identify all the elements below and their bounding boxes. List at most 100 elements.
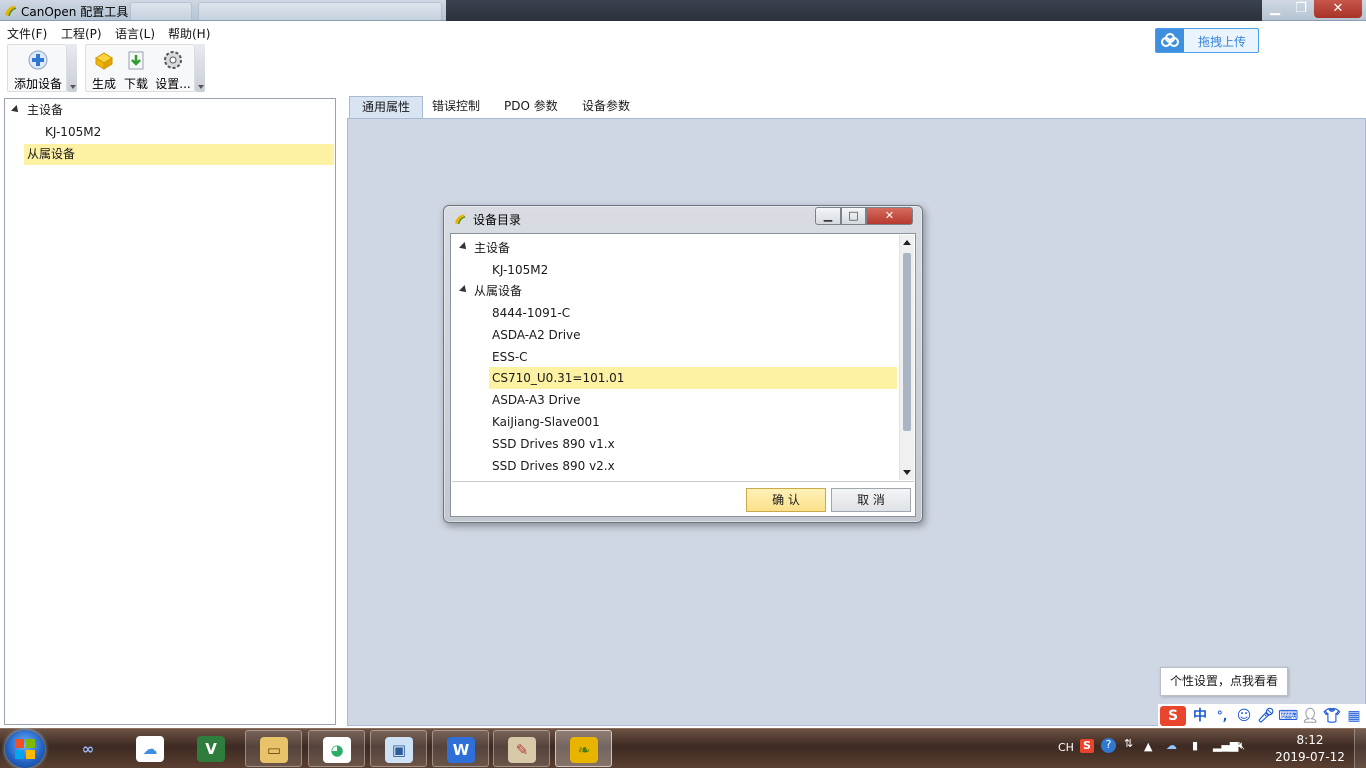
cloud-icon: ☁ (136, 736, 164, 762)
toolbar-group-device: 添加设备 (7, 44, 67, 92)
network-arrows-icon[interactable]: ⇅ (1124, 737, 1133, 750)
battery-icon[interactable]: ▮ (1192, 739, 1198, 752)
catalog-node-label: 从属设备 (474, 284, 523, 298)
drag-upload-button[interactable]: 拖拽上传 (1155, 28, 1259, 53)
clock-date[interactable]: 2019-07-12 (1272, 750, 1348, 764)
folder-icon: ▭ (260, 737, 288, 763)
tab-device-params[interactable]: 设备参数 (570, 96, 642, 118)
sogou-logo-icon[interactable]: S (1160, 706, 1186, 726)
download-label: 下载 (123, 77, 148, 91)
catalog-slave-device[interactable]: SSD Drives 890 v1.x (452, 433, 898, 455)
clock-time[interactable]: 8:12 (1290, 733, 1330, 747)
skin-icon[interactable]: 👕︎ (1322, 706, 1342, 726)
cancel-button[interactable]: 取 消 (831, 488, 911, 512)
tab-error-control[interactable]: 错误控制 (420, 96, 492, 118)
taskbar-app-canopen[interactable]: ❧ (555, 730, 612, 767)
catalog-slave-device[interactable]: ASDA-A2 Drive (452, 324, 898, 346)
help-icon[interactable]: ? (1101, 738, 1116, 753)
ime-punctuation-button[interactable]: °, (1212, 706, 1232, 726)
confirm-button[interactable]: 确 认 (746, 488, 826, 512)
dialog-close-button[interactable]: ✕ (866, 207, 913, 225)
catalog-node-label: KaiJiang-Slave001 (492, 415, 600, 429)
menu-project[interactable]: 工程(P) (61, 25, 102, 42)
signal-icon[interactable]: ▂▄▆ (1213, 739, 1238, 752)
gear-icon (164, 51, 182, 69)
tree-node-slave[interactable]: 从属设备 (24, 144, 334, 165)
window-title: CanOpen 配置工具 (21, 5, 129, 19)
catalog-node-slave[interactable]: 从属设备 (452, 280, 898, 302)
catalog-slave-device[interactable]: CS710_U0.31=101.01 (489, 367, 897, 390)
v5-icon: V (197, 736, 225, 762)
background-tab (130, 2, 192, 20)
taskbar-app-remote[interactable]: ▣ (370, 730, 427, 767)
ime-mode-button[interactable]: 中 (1190, 706, 1210, 726)
taskbar-app-explorer[interactable]: ▭ (245, 730, 302, 767)
add-device-label: 添加设备 (13, 77, 62, 91)
tree-node-label: 主设备 (27, 103, 64, 117)
generate-button[interactable]: 生成 (89, 45, 119, 92)
catalog-slave-device[interactable]: SSD Drives 890 v2.x (452, 455, 898, 477)
expand-arrow-icon[interactable] (11, 105, 21, 115)
toolbox-icon[interactable]: ▦ (1344, 706, 1364, 726)
restore-button[interactable]: ❐ (1288, 0, 1314, 18)
ime-tooltip: 个性设置，点我看看 (1160, 667, 1288, 696)
start-button[interactable] (5, 730, 45, 768)
tree-node-label: KJ-105M2 (45, 125, 102, 139)
cloud-tray-icon[interactable]: ☁ (1166, 739, 1177, 752)
wechat-icon: ◕ (323, 737, 351, 763)
settings-button[interactable]: 设置... (153, 45, 193, 92)
menu-language[interactable]: 语言(L) (115, 25, 155, 42)
dialog-body: 主设备 KJ-105M2 从属设备 8444-1091-C ASDA-A2 Dri… (450, 233, 916, 517)
windows-logo-icon (15, 739, 35, 759)
download-button[interactable]: 下载 (121, 45, 151, 92)
taskbar-app-baidu-netdisk[interactable]: ☁ (122, 730, 179, 767)
toolbar-overflow-grip[interactable] (195, 44, 205, 92)
catalog-node-master[interactable]: 主设备 (452, 237, 898, 259)
chevron-up-icon[interactable]: ▲ (1144, 740, 1152, 753)
catalog-slave-device[interactable]: ESS-C (452, 346, 898, 368)
volume-muted-icon[interactable]: 🔇︎ (1238, 739, 1245, 753)
catalog-slave-device[interactable]: 8444-1091-C (452, 302, 898, 324)
catalog-node-master-device[interactable]: KJ-105M2 (452, 259, 898, 281)
taskbar-app-v5[interactable]: V (183, 730, 240, 767)
sogou-tray-icon[interactable]: S (1080, 739, 1094, 753)
catalog-slave-device[interactable]: KaiJiang-Slave001 (452, 411, 898, 433)
add-device-button[interactable]: 添加设备 (10, 45, 66, 92)
tree-node-master-device[interactable]: KJ-105M2 (5, 122, 335, 143)
generate-icon (95, 52, 113, 70)
language-indicator[interactable]: CH (1058, 741, 1074, 754)
tab-general-properties[interactable]: 通用属性 (349, 96, 424, 118)
show-desktop-button[interactable] (1354, 729, 1366, 768)
scroll-up-icon[interactable] (903, 240, 911, 245)
catalog-node-label: ASDA-A3 Drive (492, 393, 581, 408)
tree-node-master[interactable]: 主设备 (5, 100, 335, 121)
close-button[interactable]: ✕ (1314, 0, 1362, 18)
expand-arrow-icon[interactable] (459, 285, 469, 295)
menu-file[interactable]: 文件(F) (7, 25, 47, 42)
device-tree-panel: 主设备 KJ-105M2 从属设备 (4, 98, 336, 725)
minimize-button[interactable]: ▁ (1262, 0, 1288, 18)
tree-node-label: 从属设备 (27, 147, 76, 161)
expand-arrow-icon[interactable] (459, 242, 469, 252)
drag-upload-label: 拖拽上传 (1198, 35, 1247, 49)
toolbar-overflow-grip[interactable] (67, 44, 77, 92)
catalog-node-label: SSD Drives 890 v1.x (492, 436, 615, 451)
catalog-node-label: SSD Drives 890 v2.x (492, 458, 615, 473)
taskbar-app-wps[interactable]: W (432, 730, 489, 767)
user-icon[interactable]: 👤︎ (1300, 706, 1320, 726)
palette-icon: ✎ (508, 737, 536, 763)
dialog-maximize-button[interactable]: □ (841, 207, 866, 225)
keyboard-icon[interactable]: ⌨ (1278, 706, 1298, 726)
vertical-scrollbar[interactable] (899, 235, 914, 480)
menu-help[interactable]: 帮助(H) (168, 25, 210, 42)
tab-pdo-params[interactable]: PDO 参数 (492, 96, 570, 118)
taskbar-app-infinity[interactable]: ∞ (60, 730, 117, 767)
catalog-slave-device[interactable]: ASDA-A3 Drive (452, 389, 898, 411)
taskbar-app-paint[interactable]: ✎ (493, 730, 550, 767)
microphone-icon[interactable]: 🎤︎ (1256, 706, 1276, 726)
scroll-down-icon[interactable] (903, 470, 911, 475)
emoji-icon[interactable]: ☺ (1234, 706, 1254, 726)
scrollbar-thumb[interactable] (903, 253, 911, 431)
taskbar-app-wechat[interactable]: ◕ (308, 730, 365, 767)
dialog-minimize-button[interactable]: ▁ (815, 207, 841, 225)
